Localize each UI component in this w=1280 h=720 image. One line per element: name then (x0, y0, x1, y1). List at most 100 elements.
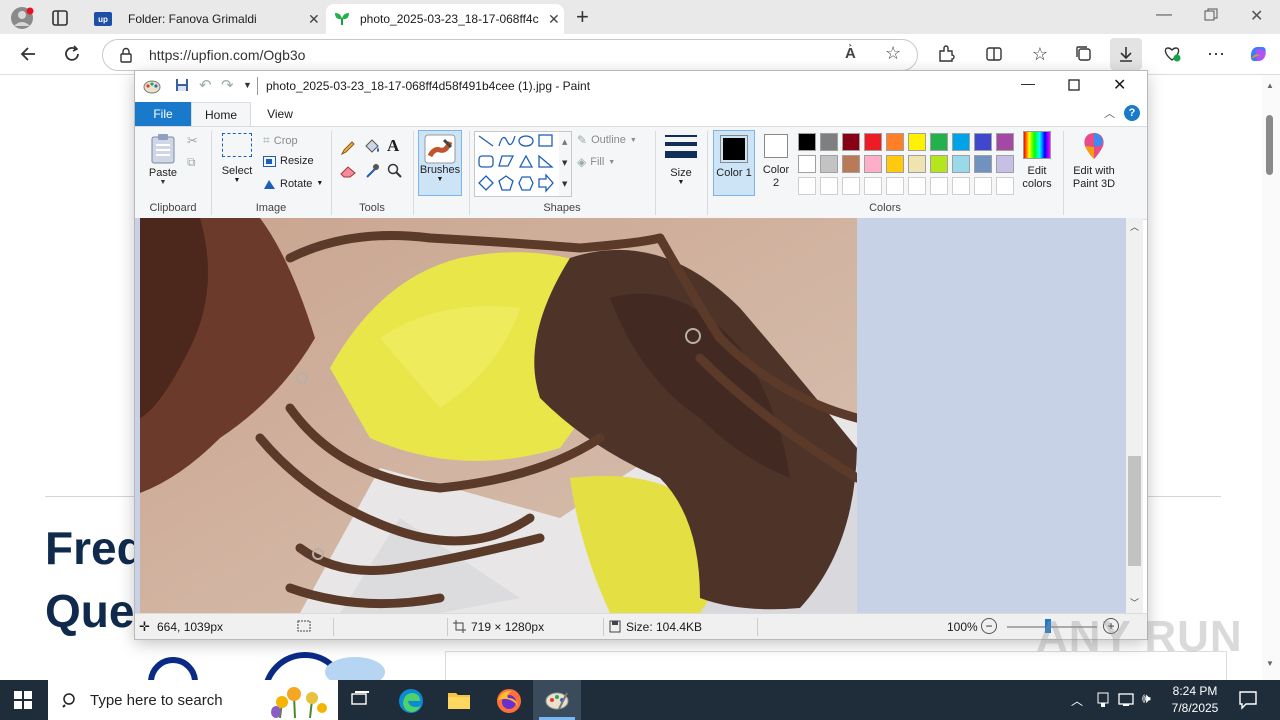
size-button[interactable]: Size ▼ (661, 133, 701, 186)
read-aloud-icon[interactable]: A͐ (845, 45, 856, 62)
photo-canvas[interactable] (140, 218, 857, 613)
magnifier-icon[interactable] (387, 163, 403, 179)
palette-swatch[interactable] (864, 155, 882, 173)
select-button[interactable]: Select ▼ (219, 133, 255, 184)
save-icon[interactable] (175, 78, 189, 92)
palette-swatch[interactable] (930, 155, 948, 173)
palette-swatch[interactable] (952, 133, 970, 151)
split-screen-icon[interactable] (978, 38, 1010, 70)
palette-swatch[interactable] (974, 133, 992, 151)
edge-taskbar-icon[interactable] (398, 688, 424, 714)
outline-button[interactable]: ✎ Outline ▼ (577, 133, 637, 147)
webpage-scrollbar[interactable]: ▲ ▼ (1262, 75, 1280, 680)
notifications-icon[interactable] (1238, 690, 1258, 710)
palette-swatch[interactable] (886, 177, 904, 195)
text-tool-icon[interactable]: A (387, 136, 399, 156)
palette-swatch[interactable] (820, 177, 838, 195)
paint-taskbar-button[interactable] (533, 680, 581, 720)
palette-swatch[interactable] (886, 133, 904, 151)
favorites-icon[interactable]: ☆ (1024, 38, 1056, 70)
crop-button[interactable]: ⌗ Crop (263, 133, 298, 148)
lock-icon[interactable] (119, 47, 133, 63)
show-hidden-icons[interactable]: ︿ (1071, 692, 1083, 709)
paste-button[interactable]: Paste ▼ (143, 131, 183, 195)
profile-icon[interactable] (10, 6, 34, 30)
rotate-button[interactable]: Rotate ▼ (263, 177, 323, 190)
close-tab-icon[interactable]: ✕ (548, 11, 560, 28)
tab-view[interactable]: View (255, 102, 305, 126)
minimize-window-icon[interactable]: — (1156, 6, 1172, 24)
color2-button[interactable]: Color 2 (759, 134, 793, 190)
palette-swatch[interactable] (820, 155, 838, 173)
clock-time[interactable]: 8:24 PM (1160, 684, 1230, 698)
palette-swatch[interactable] (908, 177, 926, 195)
volume-icon[interactable]: 🕪 (1142, 690, 1151, 707)
canvas-scroll-thumb[interactable] (1128, 456, 1141, 566)
palette-swatch[interactable] (798, 133, 816, 151)
brushes-button[interactable]: Brushes ▼ (418, 130, 462, 196)
color-picker-icon[interactable] (365, 163, 380, 179)
downloads-icon[interactable] (1110, 38, 1142, 70)
close-window-icon[interactable]: ✕ (1250, 6, 1263, 26)
palette-swatch[interactable] (886, 155, 904, 173)
firefox-icon[interactable] (496, 688, 522, 714)
palette-swatch[interactable] (908, 155, 926, 173)
tab-photo[interactable]: photo_2025-03-23_18-17-068ff4c ✕ (326, 4, 564, 34)
canvas-scroll-down-icon[interactable]: ﹀ (1130, 596, 1139, 609)
network-icon[interactable] (1118, 692, 1136, 708)
edit-with-paint3d-button[interactable]: Edit with Paint 3D (1067, 131, 1121, 191)
canvas-vertical-scrollbar[interactable]: ︿ ﹀ (1126, 218, 1143, 613)
task-view-icon[interactable] (350, 690, 370, 710)
palette-swatch[interactable] (930, 177, 948, 195)
taskbar-search-box[interactable]: Type here to search (48, 680, 338, 720)
palette-swatch[interactable] (996, 155, 1014, 173)
close-tab-icon[interactable]: ✕ (308, 11, 320, 28)
palette-swatch[interactable] (996, 133, 1014, 151)
refresh-icon[interactable] (56, 38, 88, 70)
browser-essentials-icon[interactable] (1156, 38, 1188, 70)
scroll-down-icon[interactable]: ▼ (1266, 659, 1274, 668)
extensions-icon[interactable] (930, 38, 962, 70)
collapse-ribbon-icon[interactable]: ︿ (1104, 105, 1115, 121)
scroll-up-icon[interactable]: ▲ (1266, 81, 1274, 90)
palette-swatch[interactable] (798, 177, 816, 195)
paint-minimize-icon[interactable]: — (1021, 75, 1035, 91)
new-tab-icon[interactable]: + (576, 4, 589, 30)
file-explorer-icon[interactable] (447, 689, 471, 711)
windows-start-icon[interactable] (14, 691, 32, 709)
eraser-icon[interactable] (340, 164, 357, 178)
tab-home[interactable]: Home (191, 102, 251, 127)
palette-swatch[interactable] (952, 177, 970, 195)
collections-icon[interactable] (1068, 38, 1100, 70)
copilot-icon[interactable] (1242, 38, 1274, 70)
paint-maximize-icon[interactable] (1068, 79, 1080, 91)
palette-swatch[interactable] (908, 133, 926, 151)
network-device-icon[interactable] (1096, 692, 1110, 708)
palette-swatch[interactable] (842, 155, 860, 173)
resize-button[interactable]: Resize (263, 155, 314, 167)
palette-swatch[interactable] (842, 133, 860, 151)
palette-swatch[interactable] (974, 177, 992, 195)
clock-date[interactable]: 7/8/2025 (1160, 701, 1230, 715)
back-icon[interactable] (12, 38, 44, 70)
palette-swatch[interactable] (842, 177, 860, 195)
more-menu-icon[interactable]: ⋯ (1200, 38, 1232, 70)
tab-actions-icon[interactable] (50, 8, 70, 28)
cut-icon[interactable]: ✂ (187, 133, 198, 149)
palette-swatch[interactable] (798, 155, 816, 173)
palette-swatch[interactable] (996, 177, 1014, 195)
pencil-icon[interactable] (340, 140, 356, 156)
quick-access-dropdown-icon[interactable]: ▼ (243, 80, 252, 90)
edit-colors-button[interactable]: Edit colors (1019, 131, 1055, 191)
tab-folder[interactable]: up Folder: Fanova Grimaldi ✕ (86, 4, 324, 34)
palette-swatch[interactable] (930, 133, 948, 151)
copy-icon[interactable]: ⧉ (187, 155, 196, 170)
scroll-thumb[interactable] (1266, 115, 1273, 175)
fill-button[interactable]: ◈ Fill ▼ (577, 155, 615, 169)
palette-swatch[interactable] (820, 133, 838, 151)
palette-swatch[interactable] (952, 155, 970, 173)
redo-icon[interactable]: ↷ (221, 76, 234, 94)
undo-icon[interactable]: ↶ (199, 76, 212, 94)
color1-button[interactable]: Color 1 (713, 130, 755, 196)
palette-swatch[interactable] (864, 177, 882, 195)
